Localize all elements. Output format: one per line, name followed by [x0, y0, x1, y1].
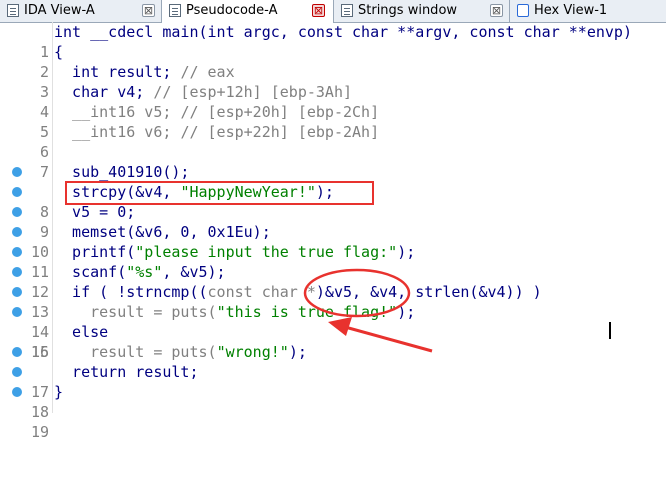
- line-number: 19: [30, 423, 49, 441]
- arrow-shaft-annotation: [344, 325, 433, 353]
- text-cursor-icon: [609, 322, 611, 339]
- arrow-head-icon: [328, 317, 352, 336]
- highlight-ellipse-annotation: [303, 268, 411, 318]
- annotation-overlay: [303, 268, 433, 353]
